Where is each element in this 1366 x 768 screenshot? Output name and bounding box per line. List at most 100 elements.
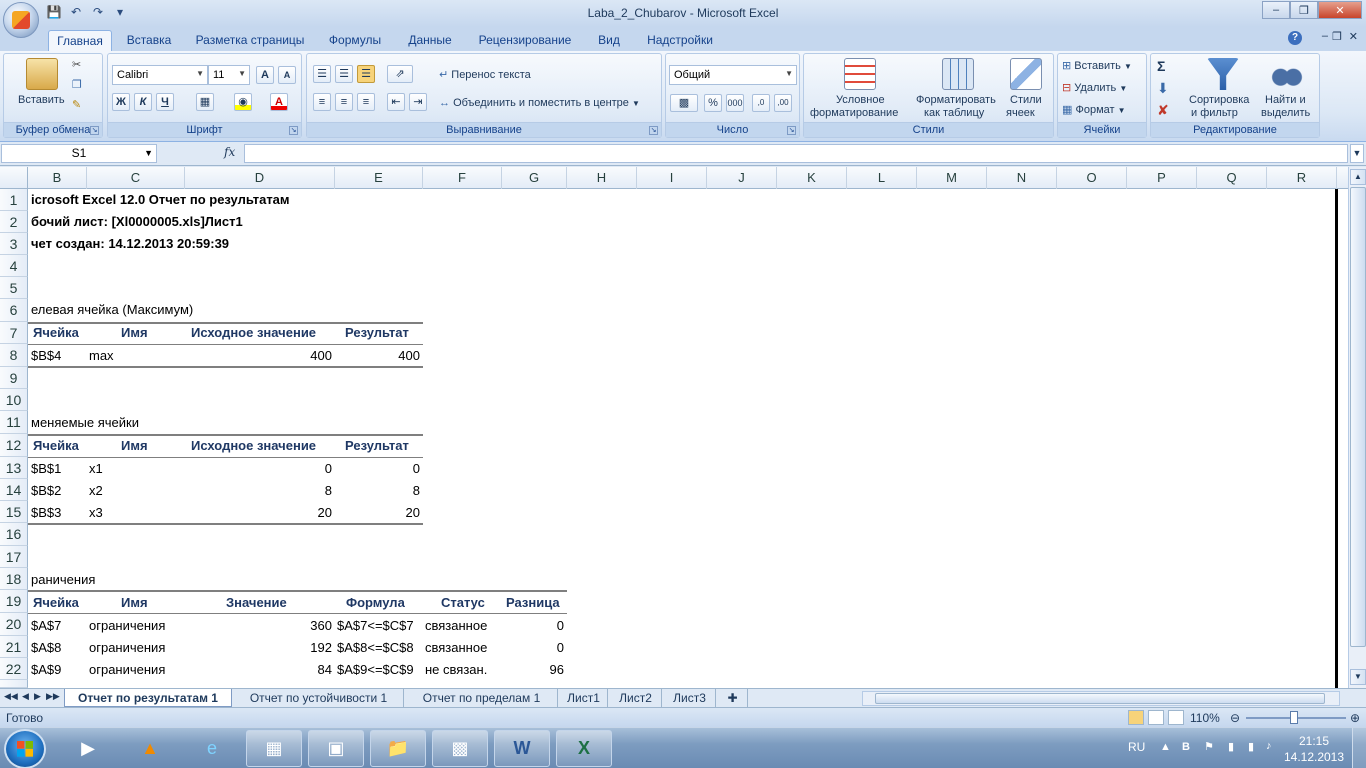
network-icon[interactable]: ▮ xyxy=(1248,740,1254,753)
tab-addins[interactable]: Надстройки xyxy=(638,30,722,51)
column-header[interactable]: L xyxy=(847,167,917,189)
conditional-formatting-icon[interactable] xyxy=(844,58,876,90)
column-header[interactable]: Q xyxy=(1197,167,1267,189)
align-center-icon[interactable]: ≡ xyxy=(335,93,353,111)
select-all-corner[interactable] xyxy=(0,167,28,189)
action-center-flag-icon[interactable]: ⚑ xyxy=(1204,740,1214,753)
row-header[interactable]: 17 xyxy=(0,546,28,568)
explorer-folder-icon[interactable]: 📁 xyxy=(370,730,426,767)
column-header[interactable]: K xyxy=(777,167,847,189)
zoom-slider-knob[interactable] xyxy=(1290,711,1298,724)
row-header[interactable]: 7 xyxy=(0,322,28,344)
tab-data[interactable]: Данные xyxy=(398,30,462,51)
minimize-button[interactable]: – xyxy=(1262,1,1290,19)
close-button[interactable]: ✕ xyxy=(1318,1,1362,19)
row-header[interactable] xyxy=(0,680,28,688)
app-window-icon[interactable]: ▣ xyxy=(308,730,364,767)
alignment-launcher-icon[interactable]: ↘ xyxy=(649,126,658,135)
row-header[interactable]: 8 xyxy=(0,344,28,367)
paste-icon[interactable] xyxy=(26,58,58,90)
row-header[interactable]: 19 xyxy=(0,590,28,613)
align-bottom-icon[interactable]: ☰ xyxy=(357,65,375,83)
cut-icon[interactable]: ✂ xyxy=(72,58,81,71)
tab-view[interactable]: Вид xyxy=(588,30,630,51)
page-layout-view-icon[interactable] xyxy=(1148,710,1164,725)
row-header[interactable]: 14 xyxy=(0,479,28,501)
column-header[interactable]: G xyxy=(502,167,567,189)
row-header[interactable]: 16 xyxy=(0,523,28,546)
media-player-icon[interactable]: ▶ xyxy=(60,730,116,767)
excel-icon[interactable]: X xyxy=(556,730,612,767)
align-left-icon[interactable]: ≡ xyxy=(313,93,331,111)
fill-color-icon[interactable]: ◉ xyxy=(234,93,252,111)
format-as-table-icon[interactable] xyxy=(942,58,974,90)
formula-input[interactable] xyxy=(244,144,1348,163)
sheet-tab-results[interactable]: Отчет по результатам 1 xyxy=(64,689,232,707)
grow-font-icon[interactable]: A xyxy=(256,66,274,84)
align-middle-icon[interactable]: ☰ xyxy=(335,65,353,83)
first-sheet-icon[interactable]: ◀◀ xyxy=(4,691,18,702)
vlc-icon[interactable]: ▲ xyxy=(122,730,178,767)
currency-icon[interactable]: ▩ xyxy=(670,94,698,112)
workbook-minimize-icon[interactable]: – xyxy=(1322,30,1328,42)
italic-button[interactable]: К xyxy=(134,93,152,111)
align-right-icon[interactable]: ≡ xyxy=(357,93,375,111)
worksheet-grid[interactable]: B C D E F G H I J K L M N O P Q R 1 2 3 … xyxy=(0,167,1348,688)
font-size-select[interactable]: 11 ▼ xyxy=(208,65,250,85)
row-header[interactable]: 3 xyxy=(0,233,28,255)
insert-sheet-icon[interactable]: ✚ xyxy=(718,689,748,707)
word-icon[interactable]: W xyxy=(494,730,550,767)
horizontal-scrollbar[interactable] xyxy=(862,691,1340,706)
sheet-tab-sensitivity[interactable]: Отчет по устойчивости 1 xyxy=(234,689,404,707)
control-panel-icon[interactable]: ▩ xyxy=(432,730,488,767)
row-header[interactable]: 12 xyxy=(0,434,28,457)
internet-explorer-icon[interactable]: e xyxy=(184,730,240,767)
workbook-close-icon[interactable]: ✕ xyxy=(1349,30,1358,43)
bold-button[interactable]: Ж xyxy=(112,93,130,111)
column-header[interactable]: F xyxy=(423,167,502,189)
format-cells-button[interactable]: ▦ Формат ▼ xyxy=(1062,103,1126,116)
row-header[interactable]: 11 xyxy=(0,411,28,434)
sort-filter-icon[interactable] xyxy=(1207,58,1239,90)
shrink-font-icon[interactable]: A xyxy=(278,66,296,84)
column-header[interactable]: J xyxy=(707,167,777,189)
calculator-icon[interactable]: ▦ xyxy=(246,730,302,767)
sheet-tab-list3[interactable]: Лист3 xyxy=(664,689,716,707)
column-header[interactable]: D xyxy=(185,167,335,189)
row-header[interactable]: 22 xyxy=(0,658,28,680)
column-header[interactable]: P xyxy=(1127,167,1197,189)
format-as-table-line2[interactable]: как таблицу xyxy=(924,107,984,119)
clipboard-launcher-icon[interactable]: ↘ xyxy=(90,126,99,135)
battery-icon[interactable]: ▮ xyxy=(1228,740,1234,753)
tab-review[interactable]: Рецензирование xyxy=(470,30,580,51)
zoom-in-icon[interactable]: ⊕ xyxy=(1350,711,1360,725)
system-clock[interactable]: 21:15 14.12.2013 xyxy=(1282,733,1346,765)
font-launcher-icon[interactable]: ↘ xyxy=(289,126,298,135)
scroll-up-icon[interactable]: ▲ xyxy=(1350,169,1366,185)
column-header[interactable]: R xyxy=(1267,167,1337,189)
autosum-icon[interactable]: Σ xyxy=(1157,58,1165,74)
row-header[interactable]: 6 xyxy=(0,299,28,322)
paste-button[interactable]: Вставить xyxy=(18,94,65,106)
row-header[interactable]: 13 xyxy=(0,457,28,479)
office-button[interactable] xyxy=(3,2,39,38)
cell-styles-line1[interactable]: Стили xyxy=(1010,94,1042,106)
format-as-table-line1[interactable]: Форматировать xyxy=(916,94,996,106)
conditional-formatting-line1[interactable]: Условное xyxy=(836,94,885,106)
horizontal-scroll-thumb[interactable] xyxy=(875,693,1325,704)
format-painter-icon[interactable]: ✎ xyxy=(72,98,81,111)
page-break-view-icon[interactable] xyxy=(1168,710,1184,725)
tab-formulas[interactable]: Формулы xyxy=(320,30,390,51)
column-header[interactable]: M xyxy=(917,167,987,189)
underline-button[interactable]: Ч xyxy=(156,93,174,111)
next-sheet-icon[interactable]: ▶ xyxy=(34,691,41,702)
row-header[interactable]: 15 xyxy=(0,501,28,523)
align-top-icon[interactable]: ☰ xyxy=(313,65,331,83)
decrease-decimal-icon[interactable]: ,00 xyxy=(774,94,792,112)
cell-styles-icon[interactable] xyxy=(1010,58,1042,90)
scroll-down-icon[interactable]: ▼ xyxy=(1350,669,1366,685)
sheet-tab-limits[interactable]: Отчет по пределам 1 xyxy=(406,689,558,707)
column-header[interactable]: C xyxy=(87,167,185,189)
help-icon[interactable]: ? xyxy=(1288,31,1302,45)
zoom-out-icon[interactable]: ⊖ xyxy=(1230,711,1240,725)
